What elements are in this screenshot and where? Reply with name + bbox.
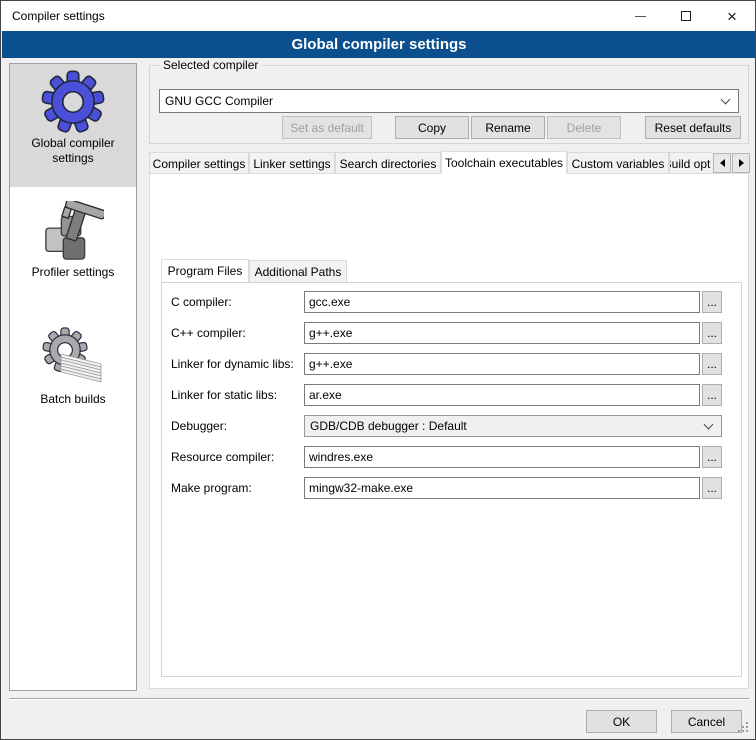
chevron-down-icon: [704, 420, 714, 430]
sidebar-item-profiler-settings[interactable]: Profiler settings: [10, 195, 136, 295]
delete-button[interactable]: Delete: [547, 116, 621, 139]
settings-category-list: Global compiler settings Profiler settin…: [9, 63, 137, 691]
resource-compiler-input[interactable]: [304, 446, 700, 468]
c-compiler-label: C compiler:: [171, 295, 303, 309]
minimize-icon: [635, 16, 646, 17]
static-linker-label: Linker for static libs:: [171, 388, 303, 402]
close-button[interactable]: ×: [709, 1, 755, 31]
dynamic-linker-browse-button[interactable]: ...: [702, 353, 722, 375]
cpp-compiler-browse-button[interactable]: ...: [702, 322, 722, 344]
resource-compiler-label: Resource compiler:: [171, 450, 303, 464]
maximize-button[interactable]: [663, 1, 709, 31]
chevron-down-icon: [721, 95, 731, 105]
profiler-caliper-icon: [42, 201, 104, 263]
tab-scroll-right-button[interactable]: [732, 153, 750, 173]
title-bar[interactable]: Compiler settings ×: [1, 1, 755, 31]
dynamic-linker-input[interactable]: [304, 353, 700, 375]
debugger-select-value: GDB/CDB debugger : Default: [310, 419, 467, 433]
tab-linker-settings[interactable]: Linker settings: [249, 152, 335, 174]
minimize-button[interactable]: [617, 1, 663, 31]
compiler-settings-dialog: Compiler settings × Global compiler sett…: [0, 0, 756, 740]
compiler-select-value: GNU GCC Compiler: [165, 94, 273, 108]
c-compiler-input[interactable]: [304, 291, 700, 313]
dynamic-linker-label: Linker for dynamic libs:: [171, 357, 303, 371]
make-program-input[interactable]: [304, 477, 700, 499]
debugger-select[interactable]: GDB/CDB debugger : Default: [304, 415, 722, 437]
arrow-right-icon: [739, 159, 748, 167]
reset-defaults-button[interactable]: Reset defaults: [645, 116, 741, 139]
resize-grip[interactable]: [738, 722, 750, 734]
c-compiler-browse-button[interactable]: ...: [702, 291, 722, 313]
tab-scroll-left-button[interactable]: [713, 153, 731, 173]
maximize-icon: [681, 11, 691, 21]
make-program-browse-button[interactable]: ...: [702, 477, 722, 499]
resource-compiler-browse-button[interactable]: ...: [702, 446, 722, 468]
sidebar-item-label: Global compiler settings: [10, 136, 136, 166]
banner-title: Global compiler settings: [291, 36, 466, 53]
static-linker-input[interactable]: [304, 384, 700, 406]
sidebar-item-global-compiler-settings[interactable]: Global compiler settings: [10, 64, 136, 187]
settings-tabs: Compiler settings Linker settings Search…: [149, 151, 711, 174]
sidebar-item-label: Batch builds: [10, 392, 136, 407]
cpp-compiler-input[interactable]: [304, 322, 700, 344]
debugger-label: Debugger:: [171, 419, 303, 433]
static-linker-browse-button[interactable]: ...: [702, 384, 722, 406]
batch-builds-icon: [41, 326, 105, 390]
cpp-compiler-label: C++ compiler:: [171, 326, 303, 340]
copy-button[interactable]: Copy: [395, 116, 469, 139]
program-tabs: Program Files Additional Paths: [161, 259, 347, 282]
tab-build-options[interactable]: Build options: [669, 152, 711, 174]
rename-button[interactable]: Rename: [471, 116, 545, 139]
footer-divider: [9, 698, 749, 700]
window-title: Compiler settings: [12, 9, 105, 23]
arrow-left-icon: [716, 159, 725, 167]
tab-search-directories[interactable]: Search directories: [335, 152, 441, 174]
set-as-default-button[interactable]: Set as default: [282, 116, 372, 139]
ok-button[interactable]: OK: [586, 710, 657, 733]
tab-toolchain-executables[interactable]: Toolchain executables: [441, 151, 567, 174]
group-label: Selected compiler: [159, 58, 262, 72]
tab-compiler-settings[interactable]: Compiler settings: [149, 152, 249, 174]
tab-custom-variables[interactable]: Custom variables: [567, 152, 669, 174]
dialog-banner: Global compiler settings: [2, 31, 756, 58]
gear-blue-icon: [41, 70, 105, 134]
close-icon: ×: [727, 8, 737, 25]
sidebar-item-batch-builds[interactable]: Batch builds: [10, 320, 136, 417]
tab-program-files[interactable]: Program Files: [161, 259, 249, 282]
sidebar-item-label: Profiler settings: [10, 265, 136, 280]
tab-additional-paths[interactable]: Additional Paths: [249, 260, 347, 282]
cancel-button[interactable]: Cancel: [671, 710, 742, 733]
compiler-select[interactable]: GNU GCC Compiler: [159, 89, 739, 113]
make-program-label: Make program:: [171, 481, 303, 495]
